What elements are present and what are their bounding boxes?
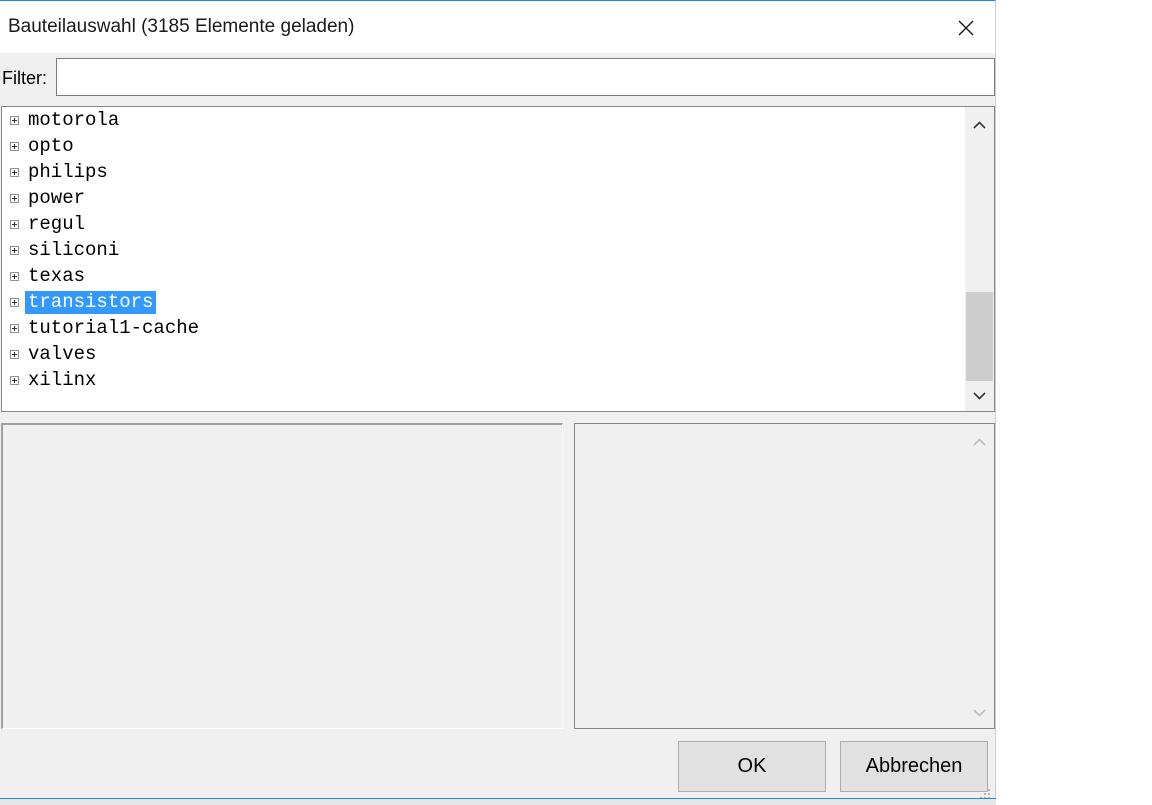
- symbol-preview-panel: [1, 423, 563, 729]
- title-bar: Bauteilauswahl (3185 Elemente geladen): [0, 2, 995, 53]
- tree-item-label[interactable]: motorola: [25, 109, 122, 132]
- tree-item-label[interactable]: valves: [25, 343, 99, 366]
- tree-item-label[interactable]: philips: [25, 161, 111, 184]
- description-scroll-down-button[interactable]: [965, 698, 994, 728]
- plus-box-icon[interactable]: [10, 298, 19, 307]
- ok-button[interactable]: OK: [678, 741, 826, 792]
- plus-box-icon[interactable]: [10, 376, 19, 385]
- close-icon: [958, 20, 974, 36]
- tree-item-label[interactable]: tutorial1-cache: [25, 317, 202, 340]
- tree-item-label[interactable]: xilinx: [25, 369, 99, 392]
- plus-box-icon[interactable]: [10, 350, 19, 359]
- component-selection-dialog: Bauteilauswahl (3185 Elemente geladen) F…: [0, 0, 996, 805]
- tree-item-label[interactable]: power: [25, 187, 88, 210]
- window-title: Bauteilauswahl (3185 Elemente geladen): [8, 16, 355, 37]
- tree-scrollbar[interactable]: [965, 107, 994, 411]
- background-window-strip: [0, 798, 996, 805]
- plus-box-icon[interactable]: [10, 324, 19, 333]
- close-button[interactable]: [943, 6, 989, 50]
- plus-box-icon[interactable]: [10, 272, 19, 281]
- filter-label: Filter:: [2, 68, 47, 88]
- tree-item-label[interactable]: texas: [25, 265, 88, 288]
- resize-grip[interactable]: [979, 785, 991, 799]
- description-panel: [574, 423, 995, 729]
- plus-box-icon[interactable]: [10, 142, 19, 151]
- plus-box-icon[interactable]: [10, 220, 19, 229]
- tree-item-label[interactable]: transistors: [25, 291, 157, 314]
- plus-box-icon[interactable]: [10, 246, 19, 255]
- scroll-down-button[interactable]: [965, 381, 994, 411]
- description-scrollbar[interactable]: [965, 424, 994, 728]
- chevron-down-icon: [973, 392, 986, 400]
- filter-input[interactable]: [56, 58, 995, 96]
- cancel-button[interactable]: Abbrechen: [840, 741, 988, 792]
- scroll-thumb[interactable]: [966, 292, 993, 381]
- plus-box-icon[interactable]: [10, 194, 19, 203]
- tree-item-label[interactable]: opto: [25, 135, 77, 158]
- tree-item-label[interactable]: regul: [25, 213, 88, 236]
- library-tree[interactable]: motorola opto philips power regul siliconi tex…: [1, 106, 995, 412]
- chevron-up-icon: [973, 438, 986, 446]
- plus-box-icon[interactable]: [10, 168, 19, 177]
- chevron-down-icon: [973, 709, 986, 717]
- plus-box-icon[interactable]: [10, 116, 19, 125]
- chevron-up-icon: [973, 121, 986, 129]
- tree-item-label[interactable]: siliconi: [25, 239, 122, 262]
- scroll-up-button[interactable]: [965, 110, 994, 140]
- description-scroll-up-button[interactable]: [965, 427, 994, 457]
